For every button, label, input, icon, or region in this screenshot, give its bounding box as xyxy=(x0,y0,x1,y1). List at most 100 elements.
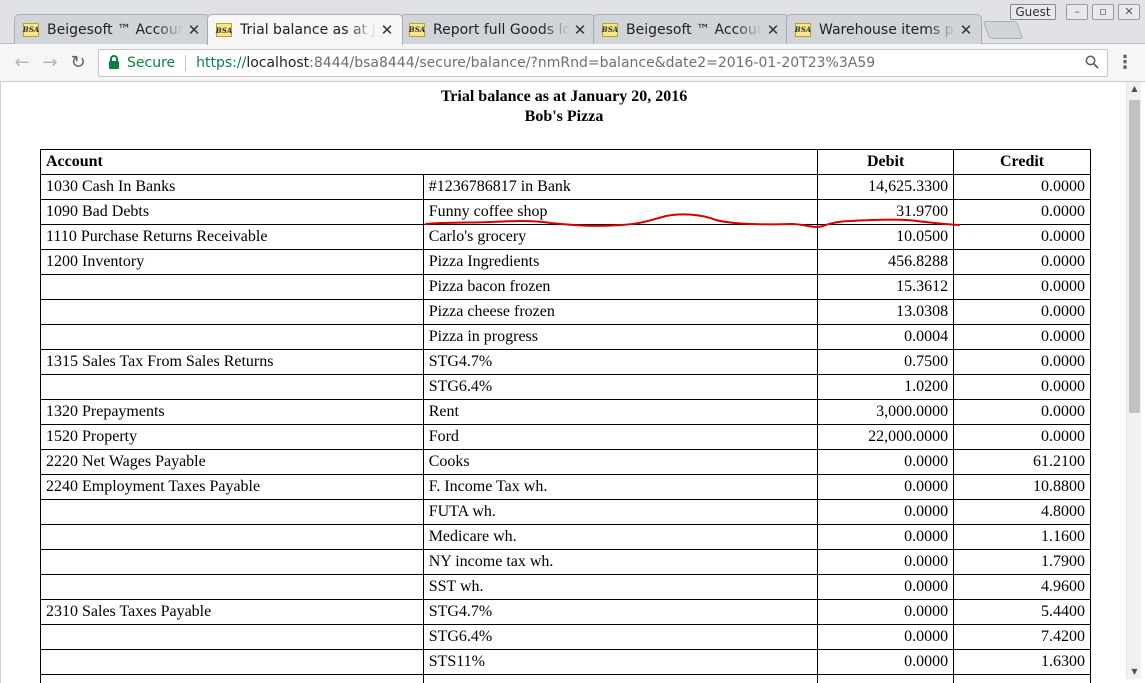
subaccount-cell: Funny coffee shop xyxy=(422,199,819,225)
subaccount-cell: #1236786817 in Bank xyxy=(422,174,819,200)
close-icon[interactable]: ✕ xyxy=(959,21,973,39)
close-icon[interactable]: ✕ xyxy=(380,21,394,39)
credit-cell: 4.8000 xyxy=(953,499,1091,525)
tab-title: Beigesoft ™ Accounting xyxy=(626,21,762,38)
tab-trial-balance[interactable]: BSA Trial balance as at January 20, 2016… xyxy=(207,14,403,45)
account-cell xyxy=(40,374,424,400)
debit-cell: 22,000.0000 xyxy=(817,424,955,450)
table-row xyxy=(40,674,1091,683)
account-cell: 2310 Sales Taxes Payable xyxy=(40,599,424,625)
vertical-scrollbar[interactable]: ▲ ▼ xyxy=(1126,82,1141,679)
report-title: Trial balance as at January 20, 2016 xyxy=(440,88,688,105)
account-cell xyxy=(40,499,424,525)
debit-cell: 456.8288 xyxy=(817,249,955,275)
debit-cell: 0.0000 xyxy=(817,624,955,650)
credit-cell: 0.0000 xyxy=(953,324,1091,350)
table-row: 1520 Property Ford 22,000.0000 0.0000 xyxy=(40,424,1091,450)
table-row: NY income tax wh. 0.0000 1.7900 xyxy=(40,549,1091,575)
tab-accounting-1[interactable]: BSA Beigesoft ™ Accounting ✕ xyxy=(14,14,210,44)
account-cell: 1090 Bad Debts xyxy=(40,199,424,225)
table-row: 1090 Bad Debts Funny coffee shop 31.9700 0.… xyxy=(40,199,1091,225)
debit-cell: 13.0308 xyxy=(817,299,955,325)
debit-cell: 0.0000 xyxy=(817,649,955,675)
tab-goods-loss[interactable]: BSA Report full Goods loss ✕ xyxy=(400,14,596,44)
bsa-favicon-icon: BSA xyxy=(216,23,232,37)
credit-cell: 7.4200 xyxy=(953,624,1091,650)
credit-cell: 1.1600 xyxy=(953,524,1091,550)
credit-cell: 0.0000 xyxy=(953,299,1091,325)
table-row: Medicare wh. 0.0000 1.1600 xyxy=(40,524,1091,550)
credit-cell: 10.8800 xyxy=(953,474,1091,500)
close-icon[interactable]: ✕ xyxy=(766,21,780,39)
debit-cell: 0.7500 xyxy=(817,349,955,375)
table-row: SST wh. 0.0000 4.9600 xyxy=(40,574,1091,600)
credit-cell: 0.0000 xyxy=(953,199,1091,225)
account-cell: 1320 Prepayments xyxy=(40,399,424,425)
bsa-favicon-icon: BSA xyxy=(23,22,39,37)
account-cell xyxy=(40,574,424,600)
close-icon[interactable]: ✕ xyxy=(573,21,587,39)
close-icon[interactable]: ✕ xyxy=(187,21,201,39)
kebab-menu-icon[interactable]: ⋮ xyxy=(1116,52,1134,74)
account-cell: 1315 Sales Tax From Sales Returns xyxy=(40,349,424,375)
guest-profile-button[interactable]: Guest xyxy=(1010,4,1056,20)
window-close-icon[interactable]: ✕ xyxy=(1118,4,1140,20)
subaccount-cell: F. Income Tax wh. xyxy=(422,474,819,500)
column-header-credit: Credit xyxy=(953,149,1091,175)
url-host: localhost xyxy=(246,55,310,71)
subaccount-cell: STG6.4% xyxy=(422,374,819,400)
subaccount-cell: FUTA wh. xyxy=(422,499,819,525)
url-path: :8444/bsa8444/secure/balance/?nmRnd=bala… xyxy=(309,55,876,71)
arrow-right-icon[interactable]: → xyxy=(38,51,62,75)
debit-cell: 0.0000 xyxy=(817,549,955,575)
subaccount-cell: Rent xyxy=(422,399,819,425)
tab-warehouse-items[interactable]: BSA Warehouse items per ✕ xyxy=(786,14,982,44)
tab-accounting-2[interactable]: BSA Beigesoft ™ Accounting ✕ xyxy=(593,14,789,44)
table-row: Pizza in progress 0.0004 0.0000 xyxy=(40,324,1091,350)
table-row: 1320 Prepayments Rent 3,000.0000 0.0000 xyxy=(40,399,1091,425)
bsa-favicon-icon: BSA xyxy=(602,22,618,37)
account-cell xyxy=(40,324,424,350)
minimize-icon[interactable]: – xyxy=(1066,4,1088,20)
subaccount-cell: STG4.7% xyxy=(422,349,819,375)
subaccount-cell: Carlo's grocery xyxy=(422,224,819,250)
debit-cell: 0.0000 xyxy=(817,449,955,475)
credit-cell: 0.0000 xyxy=(953,174,1091,200)
browser-toolbar: ← → ↻ Secure https:// localhost :8444/bs… xyxy=(0,44,1145,82)
scrollbar-thumb[interactable] xyxy=(1129,100,1140,413)
address-bar[interactable]: Secure https:// localhost :8444/bsa8444/… xyxy=(98,49,1108,77)
account-cell xyxy=(40,624,424,650)
arrow-left-icon[interactable]: ← xyxy=(10,51,34,75)
tab-strip: BSA Beigesoft ™ Accounting ✕ BSA Trial b… xyxy=(0,0,1145,45)
tab-title: Report full Goods loss xyxy=(433,21,569,38)
subaccount-cell: STS11% xyxy=(422,649,819,675)
new-tab-button[interactable] xyxy=(982,21,1024,39)
credit-cell xyxy=(953,674,1091,683)
search-icon[interactable] xyxy=(1085,55,1099,69)
table-header-row: Account Debit Credit xyxy=(39,149,1091,175)
table-row: 1110 Purchase Returns Receivable Carlo's … xyxy=(40,224,1091,250)
credit-cell: 0.0000 xyxy=(953,349,1091,375)
bsa-favicon-icon: BSA xyxy=(409,22,425,37)
table-row: 1030 Cash In Banks #1236786817 in Bank 14,… xyxy=(40,174,1091,200)
table-body: 1030 Cash In Banks #1236786817 in Bank 14,… xyxy=(40,174,1091,683)
scroll-down-arrow-icon[interactable]: ▼ xyxy=(1127,665,1142,679)
maximize-icon[interactable]: ▫ xyxy=(1092,4,1114,20)
subaccount-cell: NY income tax wh. xyxy=(422,549,819,575)
omnibox-divider xyxy=(185,55,187,71)
credit-cell: 1.6300 xyxy=(953,649,1091,675)
table-row: 2240 Employment Taxes Payable F. Income T… xyxy=(40,474,1091,500)
subaccount-cell: Pizza in progress xyxy=(422,324,819,350)
column-header-debit: Debit xyxy=(817,149,955,175)
debit-cell xyxy=(817,674,955,683)
subaccount-cell: Cooks xyxy=(422,449,819,475)
account-cell xyxy=(40,274,424,300)
credit-cell: 0.0000 xyxy=(953,274,1091,300)
page-viewport: Trial balance as at January 20, 2016 Bob… xyxy=(0,82,1145,683)
scroll-up-arrow-icon[interactable]: ▲ xyxy=(1127,82,1142,96)
reload-icon[interactable]: ↻ xyxy=(66,51,90,75)
subaccount-cell: SST wh. xyxy=(422,574,819,600)
debit-cell: 0.0000 xyxy=(817,524,955,550)
url-scheme: https:// xyxy=(196,55,247,71)
table-row: 1200 Inventory Pizza Ingredients 456.8288 0… xyxy=(40,249,1091,275)
